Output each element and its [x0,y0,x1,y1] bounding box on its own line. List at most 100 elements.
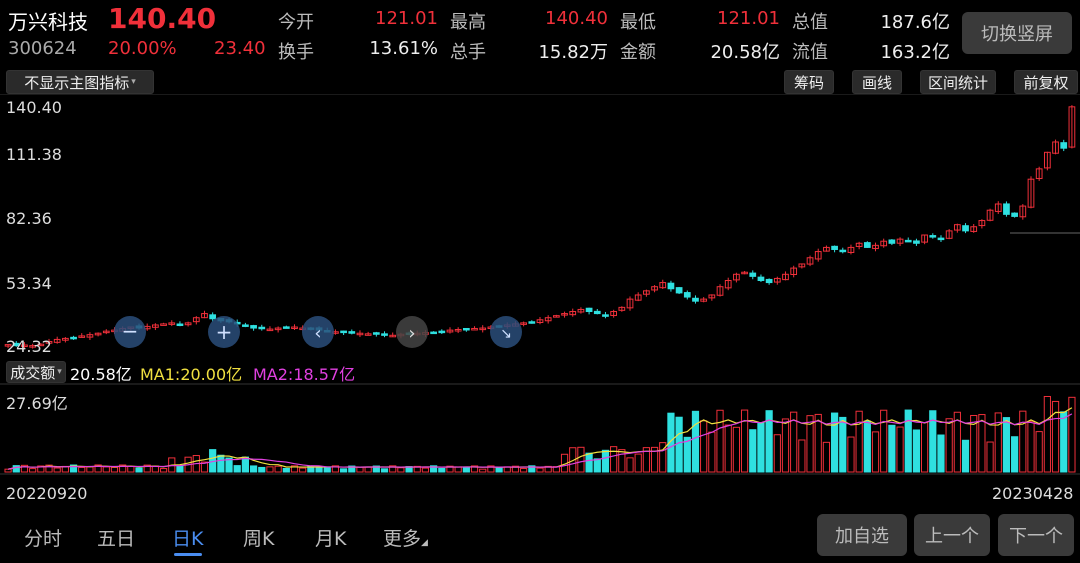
volume-bar [904,409,912,473]
volume-bar [241,456,250,473]
candle-body [258,326,266,330]
volume-bar [1060,411,1068,473]
stat-label-volume: 总手 [450,42,486,63]
add-watchlist-button[interactable]: 加自选 [817,514,907,556]
y-tick: 140.40 [6,98,62,117]
volume-bar [159,468,168,473]
start-date: 20220920 [6,484,88,503]
volume-bar [945,418,953,473]
ma1-value: MA1:20.00亿 [140,365,243,384]
stat-value-turnover: 13.61% [369,38,438,59]
candle-body [348,331,356,334]
volume-bar [855,410,863,473]
indicator-dropdown[interactable]: 不显示主图指标 ▾ [6,70,154,94]
tab-daily-k[interactable]: 日K [172,524,203,551]
chips-button[interactable]: 筹码 [784,70,834,94]
stat-value-volume: 15.82万 [538,42,608,63]
volume-bar [323,467,331,473]
volume-bar [585,452,593,473]
candle-body [585,307,593,313]
candle-body [430,331,437,335]
zoom-out-button[interactable]: − [114,316,146,348]
candle-body [340,330,347,334]
candle-body [160,323,167,326]
volume-bar [421,467,430,473]
chart-grid [0,94,1080,475]
reset-zoom-button[interactable]: ↘ [490,316,522,348]
scroll-right-button[interactable]: › [396,316,428,348]
volume-bar [683,436,691,473]
volume-bar [912,429,921,473]
volume-bar [356,466,364,473]
candle-body [929,235,937,238]
volume-max-label: 27.69亿 [6,394,68,413]
volume-bar [961,439,970,473]
volume-bar [814,413,822,473]
stat-label-total-value: 总值 [792,12,828,33]
candle-body [462,327,470,331]
triangle-down-icon: ▾ [57,367,62,377]
tab-more[interactable]: 更多◢ [383,524,428,551]
range-stats-button[interactable]: 区间统计 [920,70,996,94]
volume-bar [249,465,258,473]
zoom-in-button[interactable]: + [208,316,240,348]
tab-intraday[interactable]: 分时 [24,524,62,551]
volume-bar [724,424,732,473]
volume-bar [364,466,372,473]
chevron-left-icon: ‹ [314,323,321,344]
volume-bar [610,446,618,473]
volume-bar [888,424,896,473]
volume-bar [773,434,781,473]
candle-body [913,240,920,244]
y-tick: 82.36 [6,209,52,228]
volume-bar [86,466,94,473]
switch-portrait-button[interactable]: 切换竖屏 [962,12,1072,54]
volume-bar [479,468,487,473]
previous-stock-button[interactable]: 上一个 [914,514,990,556]
candle-body [438,330,446,334]
end-date: 20230428 [992,484,1074,503]
tab-monthly-k[interactable]: 月K [315,524,346,551]
volume-bars [4,395,1076,473]
volume-bar [896,426,904,473]
kline-chart[interactable]: 140.40 111.38 82.36 53.34 24.32 27.69亿 −… [0,94,1080,484]
volume-bar [78,466,86,473]
candle-body [602,314,609,317]
candle-body [1003,203,1010,215]
ma1-line [7,407,1073,470]
volume-bar [339,468,348,473]
volume-bar [871,431,880,473]
volume-bar [577,446,585,473]
volume-value: 20.58亿 [70,365,132,384]
volume-bar [626,457,634,473]
change-percent: 20.00% [108,38,177,59]
y-tick: 53.34 [6,274,52,293]
volume-dropdown-label: 成交额 [10,363,56,382]
volume-bar [634,453,642,473]
next-stock-button[interactable]: 下一个 [998,514,1074,556]
y-tick: 24.32 [6,337,52,356]
draw-line-button[interactable]: 画线 [852,70,902,94]
volume-bar [380,468,389,473]
candle-body [282,326,290,329]
volume-bar [601,449,610,473]
indicator-dropdown-label: 不显示主图指标 [24,73,130,92]
volume-bar [110,466,119,473]
volume-bar [1011,436,1019,473]
candle-body [962,225,969,232]
scroll-left-button[interactable]: ‹ [302,316,334,348]
stat-label-low: 最低 [620,12,656,33]
volume-bar [282,467,290,473]
volume-dropdown[interactable]: 成交额 ▾ [6,361,66,383]
volume-bar [536,467,544,473]
candle-body [937,237,945,241]
volume-bar [675,416,683,473]
stat-label-amount: 金额 [620,42,656,63]
forward-adjust-button[interactable]: 前复权 [1014,70,1078,94]
volume-bar [1027,420,1035,473]
plus-icon: + [216,320,233,344]
candle-body [1060,142,1068,149]
tab-weekly-k[interactable]: 周K [243,524,274,551]
candle-body [1011,212,1018,217]
tab-five-day[interactable]: 五日 [97,524,135,551]
